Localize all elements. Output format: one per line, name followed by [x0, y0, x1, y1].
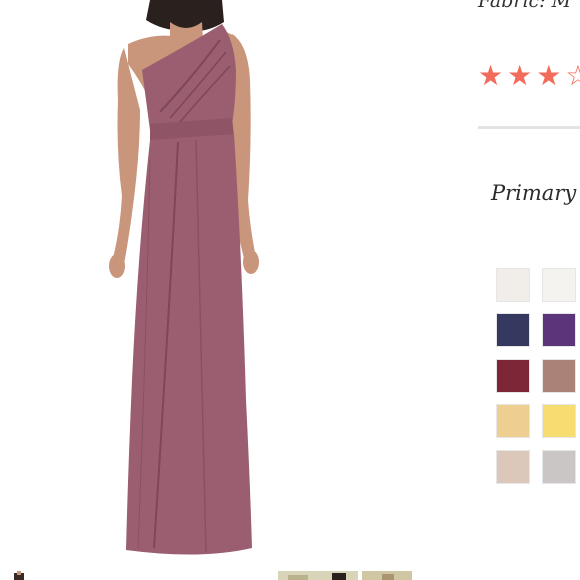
color-swatch-mauve[interactable] — [542, 359, 576, 393]
star-filled-icon: ★ — [536, 59, 562, 92]
divider — [478, 126, 580, 129]
star-rating[interactable]: ★ ★ ★ ☆ — [478, 60, 580, 92]
color-swatch-silver[interactable] — [542, 450, 576, 484]
thumbnail-2[interactable] — [278, 568, 358, 580]
color-swatch-honey[interactable] — [496, 404, 530, 438]
color-swatch-blush[interactable] — [496, 450, 530, 484]
thumbnail-1[interactable] — [8, 568, 30, 580]
color-swatch-navy[interactable] — [496, 313, 530, 347]
star-partial-icon: ☆ — [565, 59, 580, 92]
color-swatch-sunshine[interactable] — [542, 404, 576, 438]
star-filled-icon: ★ — [478, 59, 504, 92]
color-section-heading: Primary — [491, 181, 577, 205]
color-swatch-burgundy[interactable] — [496, 359, 530, 393]
color-swatch-white[interactable] — [542, 268, 576, 302]
color-swatch-ivory[interactable] — [496, 268, 530, 302]
thumbnail-3[interactable] — [362, 568, 412, 580]
fabric-label: Fabric: M — [478, 0, 572, 12]
product-page: Fabric: M ★ ★ ★ ☆ Primary — [0, 0, 580, 580]
star-filled-icon: ★ — [507, 59, 533, 92]
product-image[interactable] — [0, 0, 330, 566]
color-swatch-plum[interactable] — [542, 313, 576, 347]
dress-illustration — [109, 0, 259, 555]
